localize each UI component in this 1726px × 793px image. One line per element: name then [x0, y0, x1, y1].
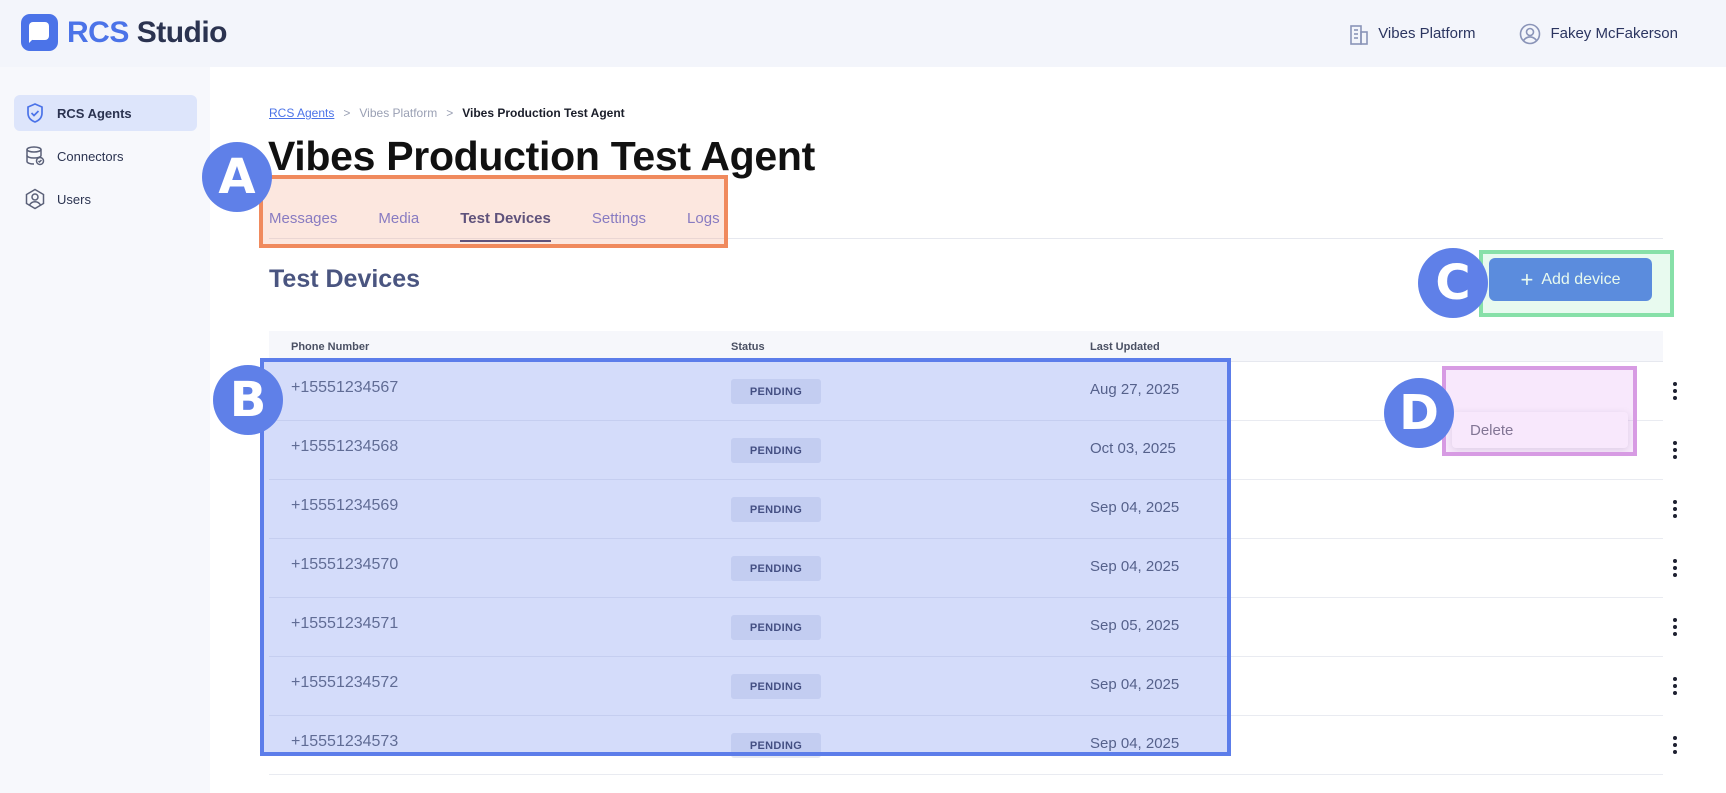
breadcrumb-current: Vibes Production Test Agent: [462, 106, 625, 120]
annotation-highlight-d: [1442, 366, 1637, 456]
column-header-status: Status: [731, 341, 765, 353]
sidebar-item-label: RCS Agents: [57, 105, 132, 121]
more-options-icon[interactable]: [1663, 554, 1687, 582]
sidebar-item-label: Connectors: [57, 148, 124, 164]
sidebar-item-rcs-agents[interactable]: RCS Agents: [14, 95, 197, 131]
annotation-highlight-b: [260, 358, 1231, 756]
more-options-icon[interactable]: [1663, 495, 1687, 523]
header-actions: Vibes Platform Fakey McFakerson: [1349, 0, 1678, 67]
brand-name: RCS Studio: [67, 15, 228, 50]
sidebar-item-connectors[interactable]: Connectors: [14, 138, 197, 174]
user-name: Fakey McFakerson: [1550, 25, 1678, 42]
breadcrumb-separator: >: [343, 106, 351, 120]
more-options-icon[interactable]: [1663, 436, 1687, 464]
page-title: Vibes Production Test Agent: [268, 133, 815, 179]
sidebar: RCS Agents Connectors Users: [0, 67, 210, 793]
more-options-icon[interactable]: [1663, 377, 1687, 405]
user-circle-icon: [1520, 23, 1541, 44]
sidebar-item-users[interactable]: Users: [14, 181, 197, 217]
column-header-last-updated: Last Updated: [1090, 341, 1160, 353]
more-options-icon[interactable]: [1663, 731, 1687, 759]
annotation-marker-d: D: [1384, 378, 1454, 448]
org-switcher[interactable]: Vibes Platform: [1349, 23, 1475, 45]
breadcrumb-separator: >: [446, 106, 454, 120]
user-menu[interactable]: Fakey McFakerson: [1519, 23, 1678, 45]
annotation-highlight-a: [259, 175, 728, 248]
column-header-phone: Phone Number: [291, 341, 370, 353]
annotation-marker-b: B: [213, 365, 283, 435]
chat-bubble-logo-icon: [21, 14, 58, 51]
brand-name-part2: Studio: [136, 15, 228, 49]
more-options-icon[interactable]: [1663, 613, 1687, 641]
breadcrumb-link-platform[interactable]: Vibes Platform: [359, 106, 437, 120]
section-title: Test Devices: [269, 265, 421, 293]
annotation-marker-a: A: [202, 142, 272, 212]
shield-check-icon: [27, 103, 43, 123]
more-options-icon[interactable]: [1663, 672, 1687, 700]
sidebar-item-label: Users: [57, 191, 91, 207]
org-label: Vibes Platform: [1378, 25, 1476, 42]
top-bar: RCS Studio Vibes Platform Fakey McFakers…: [0, 0, 1726, 67]
breadcrumb: RCS Agents > Vibes Platform > Vibes Prod…: [269, 106, 625, 120]
breadcrumb-link-rcs-agents[interactable]: RCS Agents: [269, 106, 334, 120]
annotation-highlight-c: [1479, 250, 1674, 317]
database-icon: [26, 146, 45, 166]
user-icon: [25, 188, 45, 210]
annotation-marker-c: C: [1418, 248, 1488, 318]
brand-logo[interactable]: RCS Studio: [21, 14, 228, 51]
brand-name-part1: RCS: [67, 15, 129, 49]
building-icon: [1350, 24, 1368, 45]
